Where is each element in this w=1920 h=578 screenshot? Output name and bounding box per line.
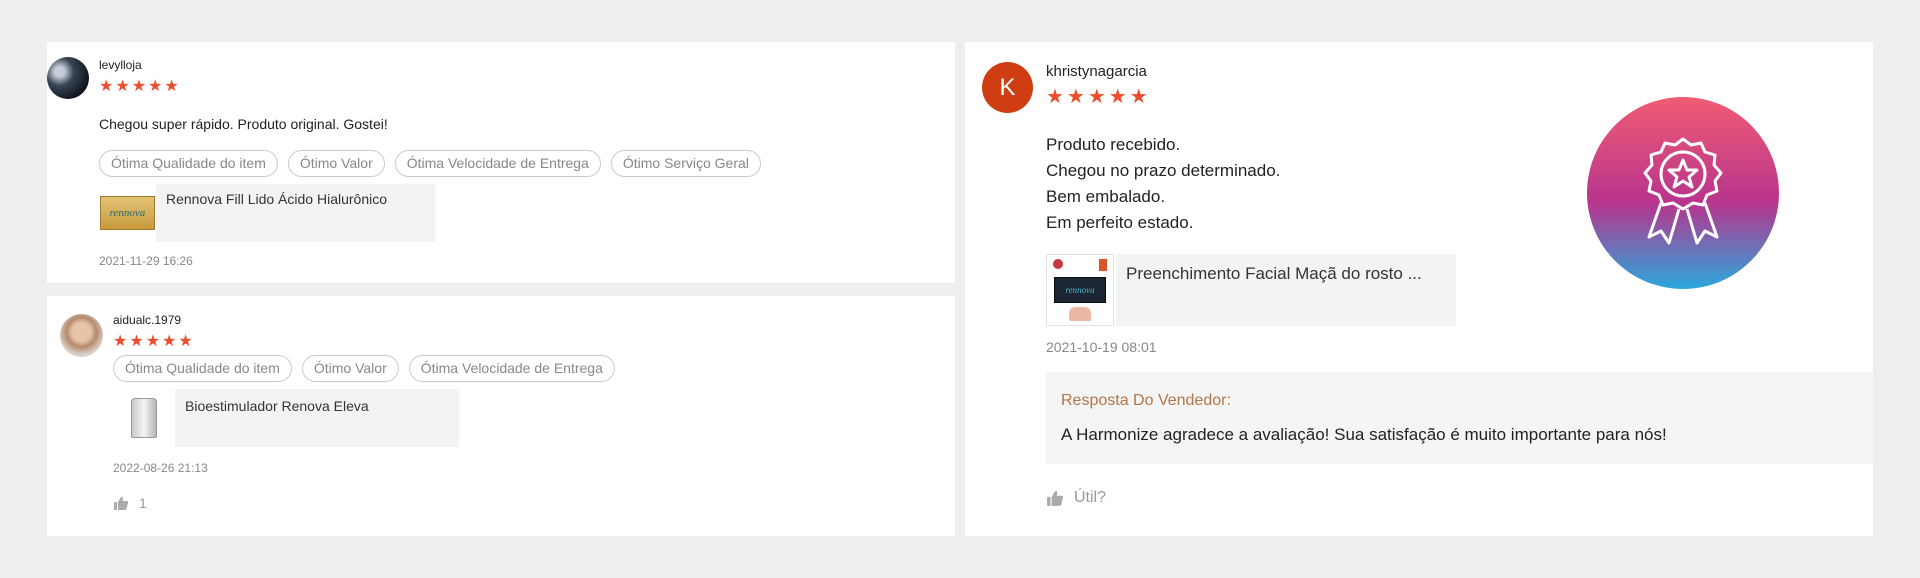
review-date: 2022-08-26 21:13 [113,461,208,475]
review-tag: Ótimo Valor [301,355,399,382]
thumbs-up-icon [114,496,129,510]
product-box-image: rennova [1054,277,1106,303]
product-name[interactable]: Bioestimulador Renova Eleva [175,389,459,447]
helpful-label: Útil? [1074,489,1107,506]
product-accent-orange [1099,259,1107,271]
review-tag: Ótima Velocidade de Entrega [394,150,601,177]
product-thumbnail: rennova [1046,254,1114,326]
star-rating-icons: ★★★★★ [99,78,181,95]
review-tag: Ótimo Serviço Geral [610,150,761,177]
review-tags: Ótima Qualidade do item Ótimo Valor Ótim… [99,150,761,177]
review-card-2: aidualc.1979 ★★★★★ Ótima Qualidade do it… [47,296,955,536]
comment-line: Produto recebido. [1046,135,1181,154]
review-tag: Ótima Qualidade do item [113,355,292,382]
product-name[interactable]: Preenchimento Facial Maçã do rosto ... [1116,254,1456,326]
review-username[interactable]: aidualc.1979 [113,313,181,327]
user-avatar[interactable]: K [982,62,1033,113]
review-username[interactable]: levylloja [99,58,142,72]
review-date: 2021-10-19 08:01 [1046,339,1157,355]
user-avatar[interactable] [47,57,89,99]
star-rating-icons: ★★★★★ [113,333,195,350]
product-accent-red [1053,259,1063,269]
product-bottle-image [131,398,157,438]
seller-reply-text: A Harmonize agradece a avaliação! Sua sa… [1061,425,1667,444]
rating-stars: ★★★★★ [1046,87,1151,107]
review-tags: Ótima Qualidade do item Ótimo Valor Ótim… [113,355,615,382]
product-link[interactable]: rennova Rennova Fill Lido Ácido Hialurôn… [99,184,435,242]
product-box-brand: rennova [109,207,146,219]
product-link[interactable]: rennova Preenchimento Facial Maçã do ros… [1046,254,1456,326]
comment-line: Chegou no prazo determinado. [1046,161,1281,180]
avatar-letter: K [999,73,1016,101]
review-tag: Ótima Qualidade do item [99,150,278,177]
review-date: 2021-11-29 16:26 [99,254,193,268]
product-name[interactable]: Rennova Fill Lido Ácido Hialurônico [156,184,435,242]
review-card-3: K khristynagarcia ★★★★★ Produto recebido… [965,42,1873,536]
thumbs-up-icon [1047,490,1064,506]
helpful-button[interactable]: Útil? [1046,489,1106,507]
review-card-1: levylloja ★★★★★ Chegou super rápido. Pro… [47,42,955,283]
rating-stars: ★★★★★ [113,334,195,350]
rating-stars: ★★★★★ [99,79,181,95]
product-thumbnail [113,389,175,447]
product-box-brand: rennova [1065,285,1095,295]
review-comment: Chegou super rápido. Produto original. G… [99,116,388,132]
product-link[interactable]: Bioestimulador Renova Eleva [113,389,459,447]
star-rating-icons: ★★★★★ [1046,86,1151,108]
review-tag: Ótimo Valor [287,150,385,177]
review-media-badge[interactable] [1587,97,1779,289]
comment-line: Em perfeito estado. [1046,213,1194,232]
product-box-image: rennova [100,196,155,230]
like-button[interactable]: 1 [113,495,147,511]
product-thumbnail: rennova [99,184,156,242]
review-comment: Produto recebido. Chegou no prazo determ… [1046,132,1280,236]
award-badge-icon [1643,137,1723,245]
product-accent-face [1069,307,1091,321]
like-count: 1 [139,495,147,511]
seller-reply-title: Resposta Do Vendedor: [1061,392,1231,409]
comment-line: Bem embalado. [1046,187,1166,206]
review-tag: Ótima Velocidade de Entrega [408,355,615,382]
user-avatar[interactable] [60,314,103,357]
review-username[interactable]: khristynagarcia [1046,63,1147,80]
seller-reply: Resposta Do Vendedor: A Harmonize agrade… [1046,372,1873,464]
